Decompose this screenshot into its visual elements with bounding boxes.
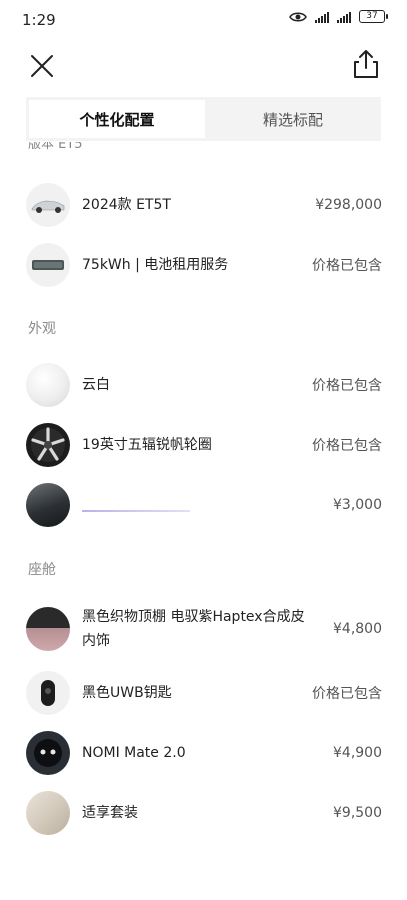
signal-icon xyxy=(315,11,329,23)
item-name: NOMI Mate 2.0 xyxy=(82,745,186,761)
item-name: 黑色织物顶棚 电驭紫Haptex合成皮内饰 xyxy=(82,609,305,649)
item-price: ¥3,000 xyxy=(333,497,382,513)
loading-placeholder xyxy=(82,510,190,512)
section-label-exterior: 外观 xyxy=(28,321,56,337)
config-item-model[interactable]: 2024款 ET5T ¥298,000 xyxy=(26,182,382,228)
item-price: ¥4,900 xyxy=(333,745,382,761)
partial-section-header: 版本 ET5 xyxy=(28,142,83,152)
item-price: 价格已包含 xyxy=(312,258,382,274)
item-price: 价格已包含 xyxy=(312,378,382,394)
battery-pack-thumbnail xyxy=(26,243,70,287)
item-price: ¥4,800 xyxy=(333,621,382,637)
item-name: 适享套装 xyxy=(82,805,138,821)
item-name: 2024款 ET5T xyxy=(82,197,171,213)
battery-icon: 37 xyxy=(359,10,388,23)
config-item-interior[interactable]: 黑色织物顶棚 电驭紫Haptex合成皮内饰 ¥4,800 xyxy=(26,601,382,657)
comfort-thumbnail xyxy=(26,791,70,835)
nomi-thumbnail xyxy=(26,731,70,775)
item-price: ¥298,000 xyxy=(315,197,382,213)
item-price: ¥9,500 xyxy=(333,805,382,821)
item-price: 价格已包含 xyxy=(312,686,382,702)
config-item-wheels[interactable]: 19英寸五辐锐帆轮圈 价格已包含 xyxy=(26,422,382,468)
eye-icon xyxy=(289,12,307,21)
paint-swatch xyxy=(26,363,70,407)
interior-swatch xyxy=(26,607,70,651)
config-item-nomi[interactable]: NOMI Mate 2.0 ¥4,900 xyxy=(26,730,382,776)
item-name: 云白 xyxy=(82,377,110,393)
status-bar: 1:29 37 xyxy=(0,0,407,40)
close-icon[interactable] xyxy=(26,50,58,82)
key-thumbnail xyxy=(26,671,70,715)
config-item-roof[interactable]: ¥3,000 xyxy=(26,482,382,528)
item-price: 价格已包含 xyxy=(312,438,382,454)
config-item-comfort[interactable]: 适享套装 ¥9,500 xyxy=(26,790,382,836)
tab-bar: 个性化配置 精选标配 xyxy=(26,97,381,141)
section-label-cabin: 座舱 xyxy=(28,562,56,578)
car-thumbnail xyxy=(26,183,70,227)
item-name: 19英寸五辐锐帆轮圈 xyxy=(82,437,212,453)
item-name xyxy=(82,498,333,512)
config-item-paint[interactable]: 云白 价格已包含 xyxy=(26,362,382,408)
roof-thumbnail xyxy=(26,483,70,527)
tab-personalized-config[interactable]: 个性化配置 xyxy=(29,100,205,138)
tab-standard-features[interactable]: 精选标配 xyxy=(205,97,381,141)
item-name: 黑色UWB钥匙 xyxy=(82,685,172,701)
signal-icon xyxy=(337,11,351,23)
status-icons: 37 xyxy=(289,10,388,23)
config-item-key[interactable]: 黑色UWB钥匙 价格已包含 xyxy=(26,670,382,716)
wheel-thumbnail xyxy=(26,423,70,467)
item-name: 75kWh | 电池租用服务 xyxy=(82,257,229,273)
status-time: 1:29 xyxy=(22,11,56,29)
share-icon[interactable] xyxy=(351,48,381,80)
config-item-battery[interactable]: 75kWh | 电池租用服务 价格已包含 xyxy=(26,242,382,288)
